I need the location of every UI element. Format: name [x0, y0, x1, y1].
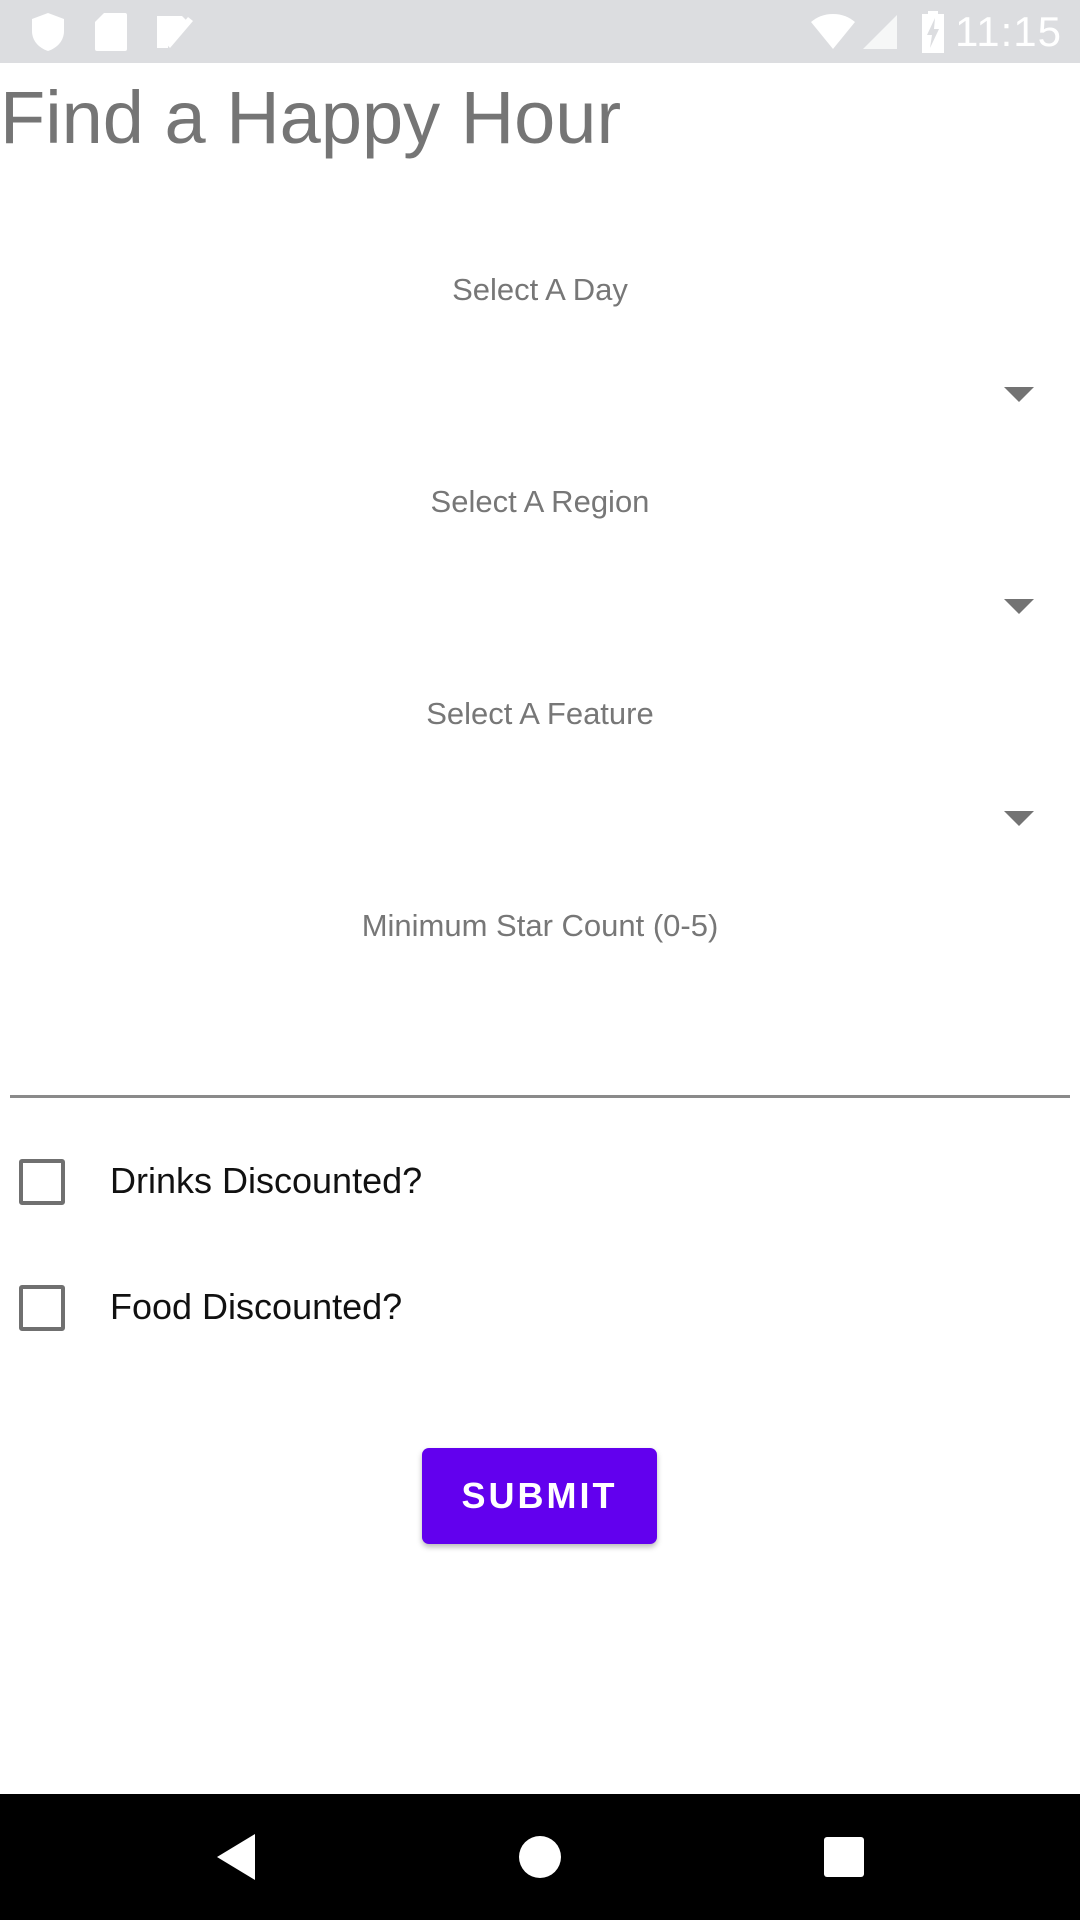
dropdown-arrow-icon [1004, 811, 1034, 826]
home-button[interactable] [480, 1794, 600, 1920]
food-discounted-label: Food Discounted? [110, 1286, 403, 1327]
recents-button[interactable] [784, 1794, 904, 1920]
page-title: Find a Happy Hour [0, 76, 622, 159]
region-label: Select A Region [430, 484, 650, 519]
status-bar: 11:15 [0, 0, 1080, 63]
sd-card-icon [95, 13, 127, 51]
battery-charging-icon [922, 11, 944, 53]
dropdown-arrow-icon [1004, 387, 1034, 402]
drinks-discounted-checkbox[interactable]: Drinks Discounted? [0, 1136, 1080, 1226]
home-icon [519, 1836, 561, 1878]
back-button[interactable] [177, 1794, 297, 1920]
submit-button[interactable]: SUBMIT [422, 1448, 657, 1544]
food-discounted-checkbox[interactable]: Food Discounted? [0, 1262, 1080, 1352]
shield-icon [32, 13, 64, 51]
checkbox-box[interactable] [19, 1285, 65, 1331]
day-spinner[interactable] [0, 350, 1080, 440]
feature-label: Select A Feature [426, 696, 654, 731]
day-label: Select A Day [452, 272, 628, 307]
feature-spinner[interactable] [0, 774, 1080, 864]
recents-icon [824, 1837, 864, 1877]
wifi-icon [811, 14, 855, 49]
drinks-discounted-label: Drinks Discounted? [110, 1160, 423, 1201]
signal-icon [863, 15, 897, 49]
tasks-check-icon [157, 16, 193, 48]
region-spinner[interactable] [0, 562, 1080, 652]
star-count-input[interactable] [10, 990, 1070, 1098]
star-count-label: Minimum Star Count (0-5) [361, 908, 719, 943]
status-time: 11:15 [955, 8, 1062, 55]
back-icon [217, 1834, 255, 1880]
dropdown-arrow-icon [1004, 599, 1034, 614]
checkbox-box[interactable] [19, 1159, 65, 1205]
navigation-bar [0, 1794, 1080, 1920]
